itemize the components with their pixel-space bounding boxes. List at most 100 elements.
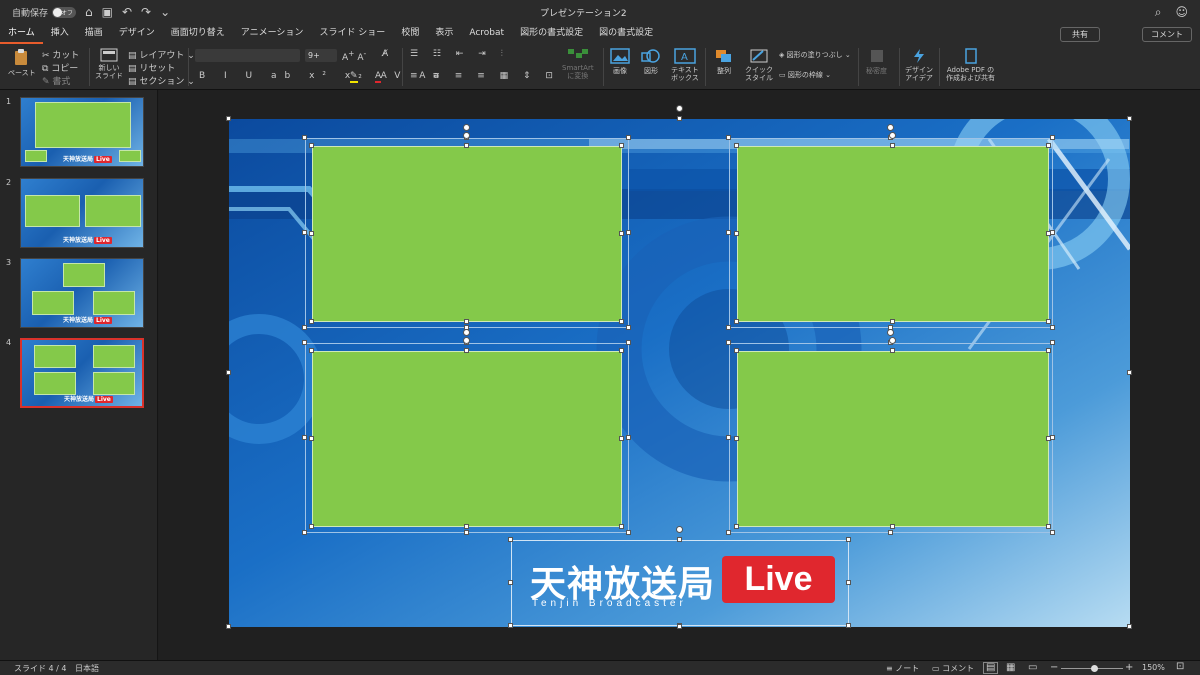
resize-handle[interactable] (302, 325, 307, 330)
resize-handle[interactable] (464, 319, 469, 324)
resize-handle[interactable] (1050, 325, 1055, 330)
resize-handle[interactable] (302, 340, 307, 345)
resize-handle[interactable] (309, 524, 314, 529)
resize-handle[interactable] (464, 524, 469, 529)
tab-7[interactable]: 校閲 (393, 24, 427, 44)
rotate-handle[interactable] (463, 124, 470, 131)
font-name-field[interactable] (195, 49, 300, 62)
home-icon[interactable]: ⌂ (85, 5, 93, 19)
resize-handle[interactable] (726, 340, 731, 345)
redo-icon[interactable]: ↷ (141, 5, 151, 19)
rotate-handle[interactable] (463, 337, 470, 344)
resize-handle[interactable] (1050, 340, 1055, 345)
resize-handle[interactable] (626, 135, 631, 140)
resize-handle[interactable] (464, 348, 469, 353)
slide-thumbnail-3[interactable]: 天神放送局 Live (20, 258, 144, 328)
resize-handle[interactable] (302, 530, 307, 535)
resize-handle[interactable] (1046, 348, 1051, 353)
reading-view-icon[interactable]: ▭ (1028, 662, 1037, 673)
resize-handle[interactable] (676, 624, 682, 629)
resize-handle[interactable] (677, 537, 682, 542)
resize-handle[interactable] (626, 530, 631, 535)
resize-handle[interactable] (726, 230, 731, 235)
design-ideas-button[interactable]: デザイン アイデア (905, 48, 933, 82)
tab-11[interactable]: 図の書式設定 (591, 24, 661, 44)
resize-handle[interactable] (508, 537, 513, 542)
resize-handle[interactable] (890, 524, 895, 529)
zoom-slider-knob[interactable] (1091, 665, 1098, 672)
tab-10[interactable]: 図形の書式設定 (512, 24, 591, 44)
resize-handle[interactable] (226, 370, 231, 375)
resize-handle[interactable] (626, 230, 631, 235)
comment-button[interactable]: コメント (1142, 27, 1192, 42)
share-button[interactable]: 共有 (1060, 27, 1100, 42)
tab-8[interactable]: 表示 (427, 24, 461, 44)
tab-6[interactable]: スライド ショー (311, 24, 393, 44)
resize-handle[interactable] (1127, 116, 1132, 121)
tab-2[interactable]: 描画 (77, 24, 111, 44)
resize-handle[interactable] (464, 530, 469, 535)
zoom-in-icon[interactable]: + (1125, 662, 1133, 673)
resize-handle[interactable] (619, 436, 624, 441)
slide-thumbnail-2[interactable]: 天神放送局 Live (20, 178, 144, 248)
rotate-handle[interactable] (889, 337, 896, 344)
tab-5[interactable]: アニメーション (233, 24, 312, 44)
new-slide-button[interactable]: 新しい スライド (95, 48, 123, 80)
resize-handle[interactable] (890, 348, 895, 353)
rotate-handle[interactable] (887, 329, 894, 336)
rotate-handle[interactable] (887, 124, 894, 131)
resize-handle[interactable] (309, 143, 314, 148)
cut-button[interactable]: ✂ カット (42, 48, 79, 61)
account-icon[interactable]: ☺ (1175, 5, 1188, 20)
format-painter-button[interactable]: ✎ 書式 (42, 74, 70, 87)
customize-icon[interactable]: ⌄ (160, 5, 170, 19)
rotate-handle[interactable] (889, 132, 896, 139)
sensitivity-button[interactable]: 秘密度 (866, 48, 887, 76)
resize-handle[interactable] (1046, 319, 1051, 324)
resize-handle[interactable] (726, 530, 731, 535)
video-panel-bottom-left[interactable] (312, 351, 622, 527)
normal-view-icon[interactable]: ▤ (983, 662, 999, 674)
resize-handle[interactable] (1050, 135, 1055, 140)
resize-handle[interactable] (726, 435, 731, 440)
slide-thumbnail-1[interactable]: 天神放送局 Live (20, 97, 144, 167)
slide-sorter-icon[interactable]: ▦ (1006, 662, 1015, 673)
resize-handle[interactable] (734, 524, 739, 529)
resize-handle[interactable] (302, 435, 307, 440)
resize-handle[interactable] (302, 230, 307, 235)
tab-0[interactable]: ホーム (0, 24, 43, 44)
resize-handle[interactable] (1046, 436, 1051, 441)
search-icon[interactable]: ⌕ (1155, 5, 1162, 20)
resize-handle[interactable] (888, 530, 893, 535)
reset-button[interactable]: ▤ リセット (128, 61, 175, 74)
arrange-button[interactable]: 整列 (714, 48, 734, 76)
textbox-button[interactable]: A テキスト ボックス (671, 48, 699, 82)
tab-4[interactable]: 画面切り替え (163, 24, 233, 44)
resize-handle[interactable] (1127, 624, 1132, 629)
resize-handle[interactable] (846, 537, 851, 542)
video-panel-bottom-right[interactable] (737, 351, 1049, 527)
resize-handle[interactable] (309, 348, 314, 353)
picture-button[interactable]: 画像 (610, 48, 630, 76)
resize-handle[interactable] (734, 231, 739, 236)
save-icon[interactable]: ▣ (102, 5, 113, 19)
grow-font-icon[interactable]: A+ A- (342, 49, 366, 63)
section-button[interactable]: ▤ セクション ⌄ (128, 74, 195, 87)
list-icons[interactable]: ☰ ☷ ⇤ ⇥ ⫶ (410, 49, 509, 59)
shape-outline-button[interactable]: ▭ 図形の枠線 ⌄ (779, 70, 831, 80)
resize-handle[interactable] (626, 340, 631, 345)
font-size-field[interactable]: 9+ (305, 49, 337, 62)
resize-handle[interactable] (1046, 524, 1051, 529)
fit-slide-icon[interactable]: ⊡ (1176, 661, 1184, 672)
resize-handle[interactable] (619, 524, 624, 529)
highlight-icon[interactable]: ✎ (350, 71, 358, 83)
resize-handle[interactable] (726, 325, 731, 330)
zoom-level[interactable]: 150% (1142, 663, 1165, 672)
quick-styles-button[interactable]: クイック スタイル (745, 48, 773, 82)
shapes-button[interactable]: 図形 (641, 48, 661, 76)
shape-fill-button[interactable]: ◈ 図形の塗りつぶし ⌄ (779, 50, 851, 60)
resize-handle[interactable] (309, 319, 314, 324)
undo-icon[interactable]: ↶ (122, 5, 132, 19)
paste-button[interactable]: ペースト (8, 48, 36, 78)
resize-handle[interactable] (226, 624, 231, 629)
